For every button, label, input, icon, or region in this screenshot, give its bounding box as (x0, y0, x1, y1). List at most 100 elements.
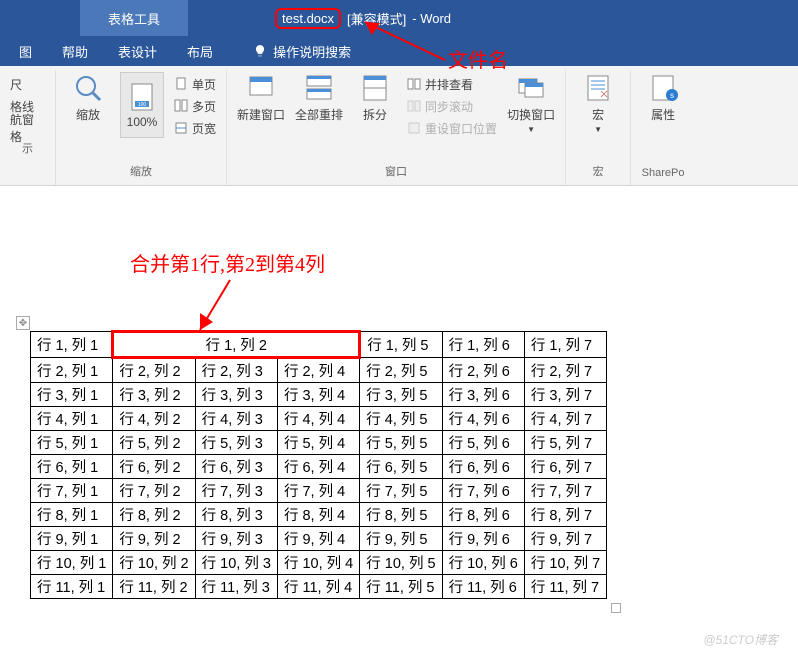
table-cell[interactable]: 行 5, 列 7 (524, 431, 606, 455)
table-cell[interactable]: 行 7, 列 7 (524, 479, 606, 503)
context-tab-table-tools[interactable]: 表格工具 (80, 0, 188, 36)
table-cell[interactable]: 行 10, 列 7 (524, 551, 606, 575)
table-cell[interactable]: 行 3, 列 3 (195, 383, 277, 407)
table-cell[interactable]: 行 5, 列 1 (31, 431, 113, 455)
table-cell[interactable]: 行 9, 列 3 (195, 527, 277, 551)
switch-window-button[interactable]: 切换窗口 ▼ (507, 72, 555, 134)
table-cell[interactable]: 行 10, 列 6 (442, 551, 524, 575)
table-cell[interactable]: 行 5, 列 2 (113, 431, 195, 455)
table-cell[interactable]: 行 2, 列 6 (442, 358, 524, 383)
table-cell[interactable]: 行 10, 列 2 (113, 551, 195, 575)
table-cell[interactable]: 行 5, 列 4 (277, 431, 359, 455)
table-cell[interactable]: 行 1, 列 5 (360, 332, 442, 358)
table-cell[interactable]: 行 2, 列 1 (31, 358, 113, 383)
table-cell[interactable]: 行 10, 列 3 (195, 551, 277, 575)
table-cell[interactable]: 行 11, 列 4 (277, 575, 359, 599)
zoom-100-button[interactable]: 100 100% (120, 72, 164, 138)
table-cell[interactable]: 行 3, 列 4 (277, 383, 359, 407)
arrange-all-icon (303, 72, 335, 104)
table-cell[interactable]: 行 7, 列 2 (113, 479, 195, 503)
table-cell[interactable]: 行 11, 列 6 (442, 575, 524, 599)
table-cell[interactable]: 行 8, 列 7 (524, 503, 606, 527)
table-cell[interactable]: 行 9, 列 7 (524, 527, 606, 551)
table-cell[interactable]: 行 7, 列 6 (442, 479, 524, 503)
table-cell[interactable]: 行 4, 列 6 (442, 407, 524, 431)
table-cell[interactable]: 行 5, 列 3 (195, 431, 277, 455)
table-cell[interactable]: 行 11, 列 5 (360, 575, 442, 599)
table-cell[interactable]: 行 3, 列 5 (360, 383, 442, 407)
table-cell[interactable]: 行 4, 列 1 (31, 407, 113, 431)
split-button[interactable]: 拆分 (353, 72, 397, 123)
table-cell[interactable]: 行 3, 列 1 (31, 383, 113, 407)
table-cell[interactable]: 行 9, 列 6 (442, 527, 524, 551)
tab-table-layout[interactable]: 布局 (172, 36, 228, 66)
table-cell[interactable]: 行 5, 列 5 (360, 431, 442, 455)
table-cell[interactable]: 行 8, 列 3 (195, 503, 277, 527)
table-cell[interactable]: 行 7, 列 5 (360, 479, 442, 503)
table-cell[interactable]: 行 11, 列 7 (524, 575, 606, 599)
one-page-button[interactable]: 单页 (174, 74, 216, 94)
table-cell[interactable]: 行 4, 列 4 (277, 407, 359, 431)
table-cell[interactable]: 行 7, 列 3 (195, 479, 277, 503)
table-cell[interactable]: 行 10, 列 1 (31, 551, 113, 575)
table-cell[interactable]: 行 3, 列 7 (524, 383, 606, 407)
table-cell[interactable]: 行 2, 列 4 (277, 358, 359, 383)
table-cell[interactable]: 行 8, 列 2 (113, 503, 195, 527)
table-resize-handle[interactable] (611, 603, 621, 613)
multi-page-button[interactable]: 多页 (174, 96, 216, 116)
table-cell[interactable]: 行 8, 列 1 (31, 503, 113, 527)
table-cell[interactable]: 行 10, 列 4 (277, 551, 359, 575)
table-cell[interactable]: 行 1, 列 1 (31, 332, 113, 358)
table-cell[interactable]: 行 6, 列 1 (31, 455, 113, 479)
table-move-handle[interactable]: ✥ (16, 316, 30, 330)
tab-help[interactable]: 帮助 (47, 36, 103, 66)
table-cell[interactable]: 行 4, 列 2 (113, 407, 195, 431)
side-by-side-button[interactable]: 并排查看 (407, 74, 497, 94)
ruler-checkbox[interactable]: 尺 (10, 74, 45, 94)
table-cell[interactable]: 行 1, 列 7 (524, 332, 606, 358)
tab-view[interactable]: 图 (4, 36, 47, 66)
navpane-checkbox[interactable]: 航窗格 (10, 118, 45, 138)
properties-button[interactable]: s 属性 (641, 72, 685, 123)
table-cell[interactable]: 行 9, 列 2 (113, 527, 195, 551)
table-cell[interactable]: 行 8, 列 6 (442, 503, 524, 527)
page-width-button[interactable]: 页宽 (174, 118, 216, 138)
table-cell[interactable]: 行 2, 列 5 (360, 358, 442, 383)
table-cell[interactable]: 行 6, 列 6 (442, 455, 524, 479)
table-cell[interactable]: 行 4, 列 5 (360, 407, 442, 431)
table-cell[interactable]: 行 6, 列 3 (195, 455, 277, 479)
table-cell[interactable]: 行 10, 列 5 (360, 551, 442, 575)
table-cell[interactable]: 行 2, 列 2 (113, 358, 195, 383)
table-cell[interactable]: 行 5, 列 6 (442, 431, 524, 455)
svg-text:100: 100 (138, 102, 147, 108)
table-cell[interactable]: 行 11, 列 1 (31, 575, 113, 599)
arrange-all-button[interactable]: 全部重排 (295, 72, 343, 123)
merged-cell-highlight[interactable]: 行 1, 列 2 (113, 332, 360, 358)
table-cell[interactable]: 行 3, 列 6 (442, 383, 524, 407)
macros-button[interactable]: 宏 ▼ (576, 72, 620, 134)
table-cell[interactable]: 行 9, 列 1 (31, 527, 113, 551)
table-cell[interactable]: 行 6, 列 4 (277, 455, 359, 479)
table-cell[interactable]: 行 8, 列 5 (360, 503, 442, 527)
table-cell[interactable]: 行 2, 列 3 (195, 358, 277, 383)
zoom-button[interactable]: 缩放 (66, 72, 110, 123)
table-cell[interactable]: 行 7, 列 1 (31, 479, 113, 503)
table-cell[interactable]: 行 9, 列 5 (360, 527, 442, 551)
tell-me-search[interactable]: 操作说明搜索 (238, 36, 366, 66)
data-table[interactable]: 行 1, 列 1 行 1, 列 2 行 1, 列 5 行 1, 列 6 行 1,… (30, 330, 607, 599)
table-cell[interactable]: 行 6, 列 7 (524, 455, 606, 479)
table-cell[interactable]: 行 6, 列 2 (113, 455, 195, 479)
tab-table-design[interactable]: 表设计 (103, 36, 172, 66)
table-cell[interactable]: 行 3, 列 2 (113, 383, 195, 407)
table-cell[interactable]: 行 1, 列 6 (442, 332, 524, 358)
table-cell[interactable]: 行 11, 列 2 (113, 575, 195, 599)
table-cell[interactable]: 行 7, 列 4 (277, 479, 359, 503)
table-cell[interactable]: 行 9, 列 4 (277, 527, 359, 551)
table-cell[interactable]: 行 4, 列 3 (195, 407, 277, 431)
table-cell[interactable]: 行 4, 列 7 (524, 407, 606, 431)
table-cell[interactable]: 行 11, 列 3 (195, 575, 277, 599)
new-window-button[interactable]: 新建窗口 (237, 72, 285, 123)
table-cell[interactable]: 行 2, 列 7 (524, 358, 606, 383)
table-cell[interactable]: 行 6, 列 5 (360, 455, 442, 479)
table-cell[interactable]: 行 8, 列 4 (277, 503, 359, 527)
